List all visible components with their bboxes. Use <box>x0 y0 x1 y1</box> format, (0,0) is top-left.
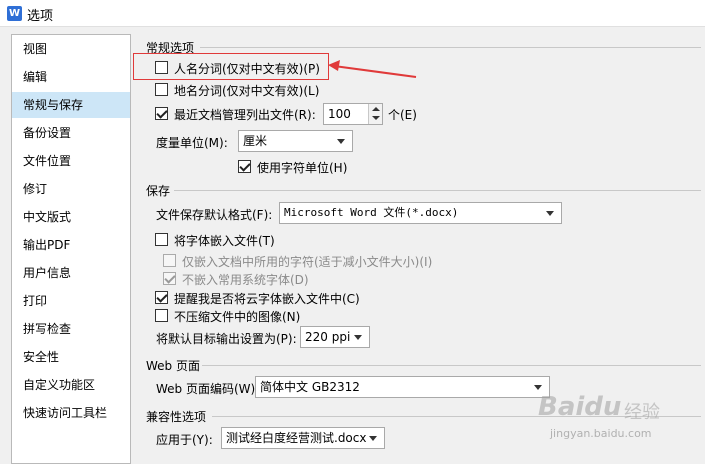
sidebar-item-customize-ribbon[interactable]: 自定义功能区 <box>12 372 130 398</box>
measure-unit-dropdown[interactable]: 厘米 <box>238 130 353 152</box>
chevron-down-icon <box>354 335 362 340</box>
chevron-down-icon <box>534 385 542 390</box>
spinner-buttons[interactable] <box>368 104 382 124</box>
checkbox-box[interactable] <box>155 309 168 322</box>
sidebar-item-print[interactable]: 打印 <box>12 288 130 314</box>
checkbox-box[interactable] <box>155 291 168 304</box>
apply-to-label: 应用于(Y): <box>156 433 213 447</box>
title-bar: W 选项 <box>0 0 705 27</box>
dropdown-value: 220 ppi <box>305 330 351 344</box>
sidebar-item-security[interactable]: 安全性 <box>12 344 130 370</box>
spin-up-icon[interactable] <box>372 107 380 111</box>
dropdown-value: Microsoft Word 文件(*.docx) <box>284 206 459 219</box>
web-encoding-dropdown[interactable]: 简体中文 GB2312 <box>255 376 550 398</box>
checkbox-label: 不压缩文件中的图像(N) <box>174 310 301 324</box>
checkbox-label: 将字体嵌入文件(T) <box>174 234 275 248</box>
checkbox-box[interactable] <box>163 254 176 267</box>
watermark-cn-text: 经验 <box>624 402 660 423</box>
recent-files-unit-label: 个(E) <box>388 108 417 122</box>
group-divider <box>202 365 701 366</box>
sidebar-item-general-save[interactable]: 常规与保存 <box>12 92 130 118</box>
sidebar-item-chinese-layout[interactable]: 中文版式 <box>12 204 130 230</box>
default-save-format-dropdown[interactable]: Microsoft Word 文件(*.docx) <box>279 202 562 224</box>
sidebar-item-revision[interactable]: 修订 <box>12 176 130 202</box>
baidu-watermark: Baidu 经验 jingyan.baidu.com <box>536 392 696 452</box>
output-target-label: 将默认目标输出设置为(P): <box>156 332 297 346</box>
checkbox-label: 提醒我是否将云字体嵌入文件中(C) <box>174 292 360 306</box>
checkbox-box[interactable] <box>238 160 251 173</box>
measure-unit-label: 度量单位(M): <box>156 136 228 150</box>
watermark-logo: Baidu <box>538 392 622 422</box>
options-category-list[interactable]: 视图 编辑 常规与保存 备份设置 文件位置 修订 中文版式 输出PDF 用户信息… <box>11 34 131 464</box>
group-divider <box>174 190 701 191</box>
sidebar-item-file-location[interactable]: 文件位置 <box>12 148 130 174</box>
apply-to-document-dropdown[interactable]: 测试经白度经营测试.docx <box>221 427 385 449</box>
checkbox-label: 最近文档管理列出文件(R): <box>174 108 316 122</box>
dropdown-value: 测试经白度经营测试.docx <box>226 431 367 445</box>
window-title: 选项 <box>27 9 54 24</box>
sidebar-item-user-info[interactable]: 用户信息 <box>12 260 130 286</box>
chevron-down-icon <box>546 211 554 216</box>
wps-app-icon: W <box>7 6 22 21</box>
web-page-group: Web 页面 <box>146 357 701 373</box>
web-encoding-label: Web 页面编码(W): <box>156 382 260 396</box>
sidebar-item-spell-check[interactable]: 拼写检查 <box>12 316 130 342</box>
group-divider <box>200 47 701 48</box>
save-group: 保存 <box>146 182 701 198</box>
chevron-down-icon <box>337 139 345 144</box>
group-title-compat: 兼容性选项 <box>146 410 207 424</box>
checkbox-label: 地名分词(仅对中文有效)(L) <box>174 84 320 98</box>
watermark-url: jingyan.baidu.com <box>550 427 652 440</box>
annotation-arrow-icon <box>328 60 417 78</box>
checkbox-label: 不嵌入常用系统字体(D) <box>182 273 309 287</box>
group-title-save: 保存 <box>146 184 171 198</box>
dropdown-value: 简体中文 GB2312 <box>260 380 360 394</box>
checkbox-box[interactable] <box>155 83 168 96</box>
annotation-highlight-box <box>133 53 329 80</box>
sidebar-item-edit[interactable]: 编辑 <box>12 64 130 90</box>
group-title-web: Web 页面 <box>146 359 200 373</box>
output-resolution-dropdown[interactable]: 220 ppi <box>300 326 370 348</box>
checkbox-box[interactable] <box>163 272 176 285</box>
default-format-label: 文件保存默认格式(F): <box>156 208 273 222</box>
chevron-down-icon <box>369 436 377 441</box>
checkbox-box[interactable] <box>155 107 168 120</box>
spin-down-icon[interactable] <box>372 116 380 120</box>
sidebar-item-quick-access-toolbar[interactable]: 快速访问工具栏 <box>12 400 130 426</box>
sidebar-item-output-pdf[interactable]: 输出PDF <box>12 232 130 258</box>
checkbox-box[interactable] <box>155 233 168 246</box>
checkbox-label: 使用字符单位(H) <box>257 161 348 175</box>
dropdown-value: 厘米 <box>243 134 268 148</box>
recent-files-count-spinner[interactable]: 100 <box>323 103 383 125</box>
sidebar-item-backup[interactable]: 备份设置 <box>12 120 130 146</box>
sidebar-item-view[interactable]: 视图 <box>12 36 130 62</box>
spinner-value: 100 <box>328 107 351 121</box>
checkbox-label: 仅嵌入文档中所用的字符(适于减小文件大小)(I) <box>182 255 433 269</box>
